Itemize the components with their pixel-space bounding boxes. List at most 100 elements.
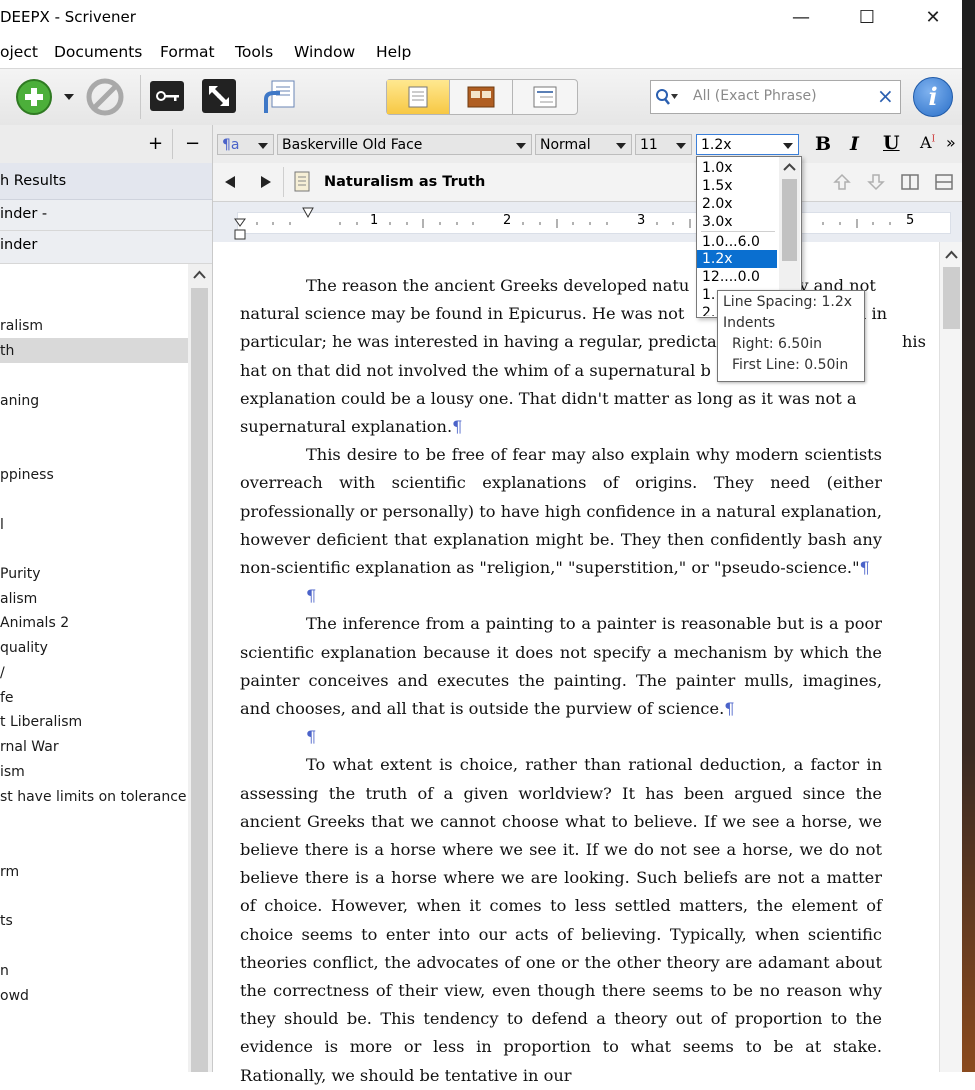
binder-item[interactable]: n <box>0 963 9 979</box>
italic-button[interactable]: I <box>850 133 859 155</box>
search-results-header[interactable]: h Results <box>0 163 212 200</box>
scrivenings-button[interactable] <box>387 80 450 114</box>
text-line: his <box>901 332 926 352</box>
underline-button[interactable]: U <box>883 132 900 154</box>
binder-scroll-thumb[interactable] <box>191 288 208 1072</box>
menu-project[interactable]: oject <box>0 43 38 61</box>
composition-mode-button[interactable] <box>200 77 238 115</box>
maximize-button[interactable]: ☐ <box>844 0 890 34</box>
tooltip-line: First Line: 0.50in <box>732 357 849 373</box>
dropdown-option[interactable]: 1.0...6.0 <box>697 233 777 251</box>
chevron-up-icon[interactable] <box>193 270 206 280</box>
binder-item[interactable]: t Liberalism <box>0 714 82 730</box>
binder-item[interactable]: fe <box>0 690 14 706</box>
menu-bar: oject Documents Format Tools Window Help <box>0 36 962 68</box>
search-placeholder: All (Exact Phrase) <box>693 88 817 104</box>
binder-remove-button[interactable]: − <box>185 133 200 154</box>
editor-scroll-thumb[interactable] <box>943 267 960 329</box>
split-horizontal-icon[interactable] <box>935 174 953 190</box>
split-vertical-icon[interactable] <box>901 174 919 190</box>
search-clear-icon[interactable]: × <box>877 84 894 108</box>
corkboard-button[interactable] <box>450 80 513 114</box>
outliner-button[interactable] <box>513 80 576 114</box>
binder-item[interactable]: ralism <box>0 318 43 334</box>
binder-header[interactable]: inder - <box>0 200 212 231</box>
binder-item[interactable]: owd <box>0 988 29 1004</box>
up-arrow-icon[interactable] <box>833 173 851 191</box>
binder-tree <box>0 264 188 1072</box>
ruler[interactable]: 1 2 3 5 <box>213 202 962 243</box>
binder-item[interactable]: Purity <box>0 566 41 582</box>
font-family-select[interactable]: Baskerville Old Face <box>277 134 532 155</box>
chevron-down-icon <box>516 143 526 149</box>
font-family-value: Baskerville Old Face <box>282 137 423 153</box>
window-title: DEEPX - Scrivener <box>0 8 136 26</box>
dropdown-option[interactable]: 2.0x <box>697 195 777 213</box>
binder-item[interactable]: rnal War <box>0 739 59 755</box>
binder-item[interactable]: ts <box>0 913 13 929</box>
document-title[interactable]: Naturalism as Truth <box>324 174 485 190</box>
binder-item-selected[interactable]: th <box>0 343 14 359</box>
font-size-select[interactable]: 11 <box>635 134 692 155</box>
text-color-icon[interactable]: AI <box>920 133 935 152</box>
binder-add-button[interactable]: + <box>148 133 163 154</box>
delete-button[interactable] <box>85 77 124 116</box>
binder-item[interactable]: quality <box>0 640 48 656</box>
paragraph-1-line: supernatural explanation.¶ <box>240 413 882 441</box>
binder-item[interactable]: l <box>0 517 4 533</box>
paragraph-2: This desire to be free of fear may also … <box>240 441 882 582</box>
more-options-button[interactable]: » <box>946 133 956 152</box>
menu-help[interactable]: Help <box>376 43 411 61</box>
text-line: particular; he was interested in having … <box>240 332 727 352</box>
binder-item[interactable]: rm <box>0 864 19 880</box>
dropdown-option[interactable]: 1.5x <box>697 177 777 195</box>
down-arrow-icon[interactable] <box>867 173 885 191</box>
bold-button[interactable]: B <box>815 133 831 155</box>
binder-item[interactable]: aning <box>0 393 39 409</box>
pilcrow-mark: ¶ <box>724 699 735 719</box>
forward-arrow-icon[interactable] <box>259 175 273 189</box>
toolbar: All (Exact Phrase) × i <box>0 68 962 126</box>
add-dropdown-icon[interactable] <box>64 94 74 100</box>
add-document-button[interactable] <box>14 77 52 115</box>
binder-item[interactable]: st have limits on tolerance <box>0 789 187 805</box>
dropdown-option[interactable]: 12....0.0 <box>697 268 777 286</box>
menu-documents[interactable]: Documents <box>54 43 142 61</box>
binder-item[interactable]: Animals 2 <box>0 615 69 631</box>
search-field[interactable]: All (Exact Phrase) × <box>650 80 901 114</box>
binder-item[interactable]: alism <box>0 591 37 607</box>
dropdown-option-selected[interactable]: 1.2x <box>697 250 777 268</box>
font-weight-select[interactable]: Normal <box>535 134 632 155</box>
menu-window[interactable]: Window <box>294 43 355 61</box>
ruler-ticks <box>256 219 891 228</box>
line-spacing-select[interactable]: 1.2x <box>696 134 799 155</box>
snapshot-button[interactable] <box>260 77 298 115</box>
back-arrow-icon[interactable] <box>223 175 237 189</box>
binder-panel: h Results inder - inder ralism th aning … <box>0 163 213 1072</box>
editor-scrollbar[interactable] <box>939 242 963 1072</box>
dropdown-option[interactable]: 3.0x <box>697 213 777 231</box>
dropdown-option[interactable]: 1.0x <box>697 159 777 177</box>
dropdown-scroll-thumb[interactable] <box>782 179 797 261</box>
minimize-button[interactable]: — <box>778 0 824 34</box>
dropdown-separator <box>701 231 775 232</box>
info-icon[interactable]: i <box>913 77 953 117</box>
menu-format[interactable]: Format <box>160 43 215 61</box>
binder-header-secondary[interactable]: inder <box>0 231 212 264</box>
close-button[interactable]: ✕ <box>910 0 956 34</box>
keywords-icon <box>150 81 184 111</box>
chevron-down-icon <box>258 143 268 149</box>
binder-item[interactable]: ppiness <box>0 467 54 483</box>
chevron-up-icon[interactable] <box>945 250 958 260</box>
tooltip-line: Line Spacing: 1.2x <box>723 294 853 310</box>
chevron-up-icon[interactable] <box>783 163 796 172</box>
outline-icon <box>533 86 557 108</box>
menu-tools[interactable]: Tools <box>235 43 273 61</box>
binder-item[interactable]: ism <box>0 764 25 780</box>
binder-item[interactable]: / <box>0 665 5 681</box>
inspector-button[interactable] <box>148 77 186 115</box>
document-text[interactable]: The reason the ancient Greeks developed … <box>240 272 926 1090</box>
binder-header-label: inder - <box>0 206 48 222</box>
binder-scrollbar[interactable] <box>188 264 211 1072</box>
style-selector[interactable]: ¶a <box>217 134 274 155</box>
